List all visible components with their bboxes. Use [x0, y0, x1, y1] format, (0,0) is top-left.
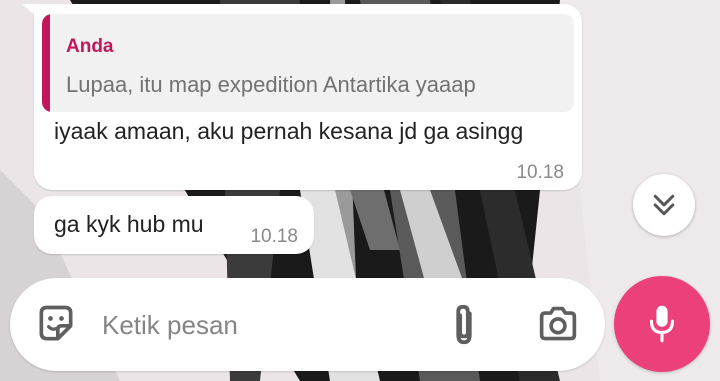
- message-text: iyaak amaan, aku pernah kesana jd ga asi…: [54, 118, 524, 144]
- microphone-icon: [649, 305, 675, 343]
- message-timestamp: 10.18: [250, 226, 298, 247]
- message-timestamp: 10.18: [516, 162, 564, 183]
- quote-accent-bar: [42, 14, 50, 112]
- sticker-icon[interactable]: [34, 302, 78, 346]
- scroll-to-bottom-button[interactable]: [633, 174, 695, 236]
- message-bubble[interactable]: Anda Lupaa, itu map expedition Antartika…: [34, 4, 582, 190]
- quote-author: Anda: [66, 36, 114, 57]
- message-bubble[interactable]: ga kyk hub mu 10.18: [34, 196, 314, 254]
- message-text: ga kyk hub mu: [54, 211, 204, 237]
- double-chevron-down-icon: [653, 194, 675, 216]
- message-composer: [10, 278, 605, 371]
- paperclip-icon[interactable]: [446, 302, 482, 348]
- quoted-message[interactable]: Anda Lupaa, itu map expedition Antartika…: [42, 14, 574, 112]
- quote-text: Lupaa, itu map expedition Antartika yaaa…: [66, 72, 476, 97]
- camera-icon[interactable]: [536, 304, 580, 344]
- voice-message-button[interactable]: [614, 276, 710, 372]
- message-input[interactable]: [102, 302, 432, 348]
